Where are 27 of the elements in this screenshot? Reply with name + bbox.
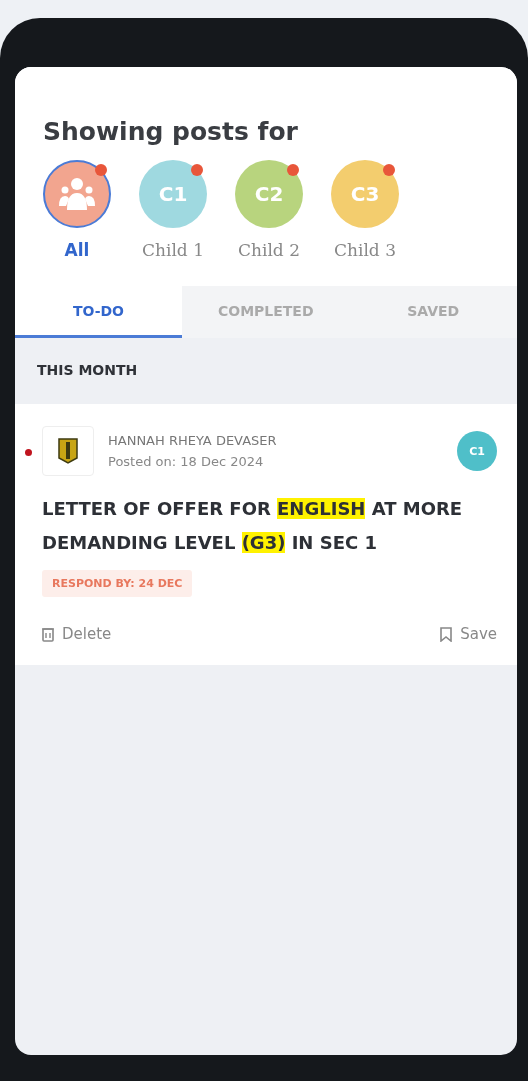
- crest-icon: [58, 438, 78, 464]
- author-name: HANNAH RHEYA DEVASER: [108, 433, 278, 448]
- group-icon: [57, 176, 97, 212]
- post-title: LETTER OF OFFER FOR ENGLISH AT MORE DEMANDING LEVEL (G3) IN SEC 1: [42, 497, 464, 555]
- section-heading: THIS MONTH: [36, 361, 139, 380]
- avatar-initials: C3: [350, 182, 380, 206]
- trash-icon: [42, 626, 54, 642]
- delete-button[interactable]: Delete: [42, 625, 112, 643]
- child-label: Child 3: [334, 240, 396, 260]
- avatar-initials: C2: [254, 182, 284, 206]
- page-title: Showing posts for: [43, 117, 299, 146]
- child-label: Child 1: [142, 240, 204, 260]
- post-card[interactable]: HANNAH RHEYA DEVASER Posted on: 18 Dec 2024 C1 LETTER OF OFFER FOR ENGLISH AT MORE DEMANDING LEVEL (G3) IN SEC 1 RESPOND BY: 24 DEC Delete Save: [15, 404, 517, 665]
- respond-by-badge: RESPOND BY: 24 DEC: [42, 570, 193, 597]
- posted-date: Posted on: 18 Dec 2024: [108, 454, 265, 469]
- child-filter[interactable]: C2 Child 2: [233, 160, 305, 260]
- tab[interactable]: SAVED: [349, 286, 517, 338]
- child-tag: C1: [457, 431, 497, 471]
- child-label: Child 2: [238, 240, 300, 260]
- child-label: All: [64, 240, 90, 260]
- tab[interactable]: COMPLETED: [182, 286, 350, 338]
- bookmark-icon: [440, 626, 453, 642]
- avatar-initials: C1: [158, 182, 188, 206]
- child-filter[interactable]: C1 Child 1: [137, 160, 209, 260]
- child-filter[interactable]: C3 Child 3: [329, 160, 401, 260]
- save-button[interactable]: Save: [440, 625, 497, 643]
- child-filter[interactable]: All: [41, 160, 113, 260]
